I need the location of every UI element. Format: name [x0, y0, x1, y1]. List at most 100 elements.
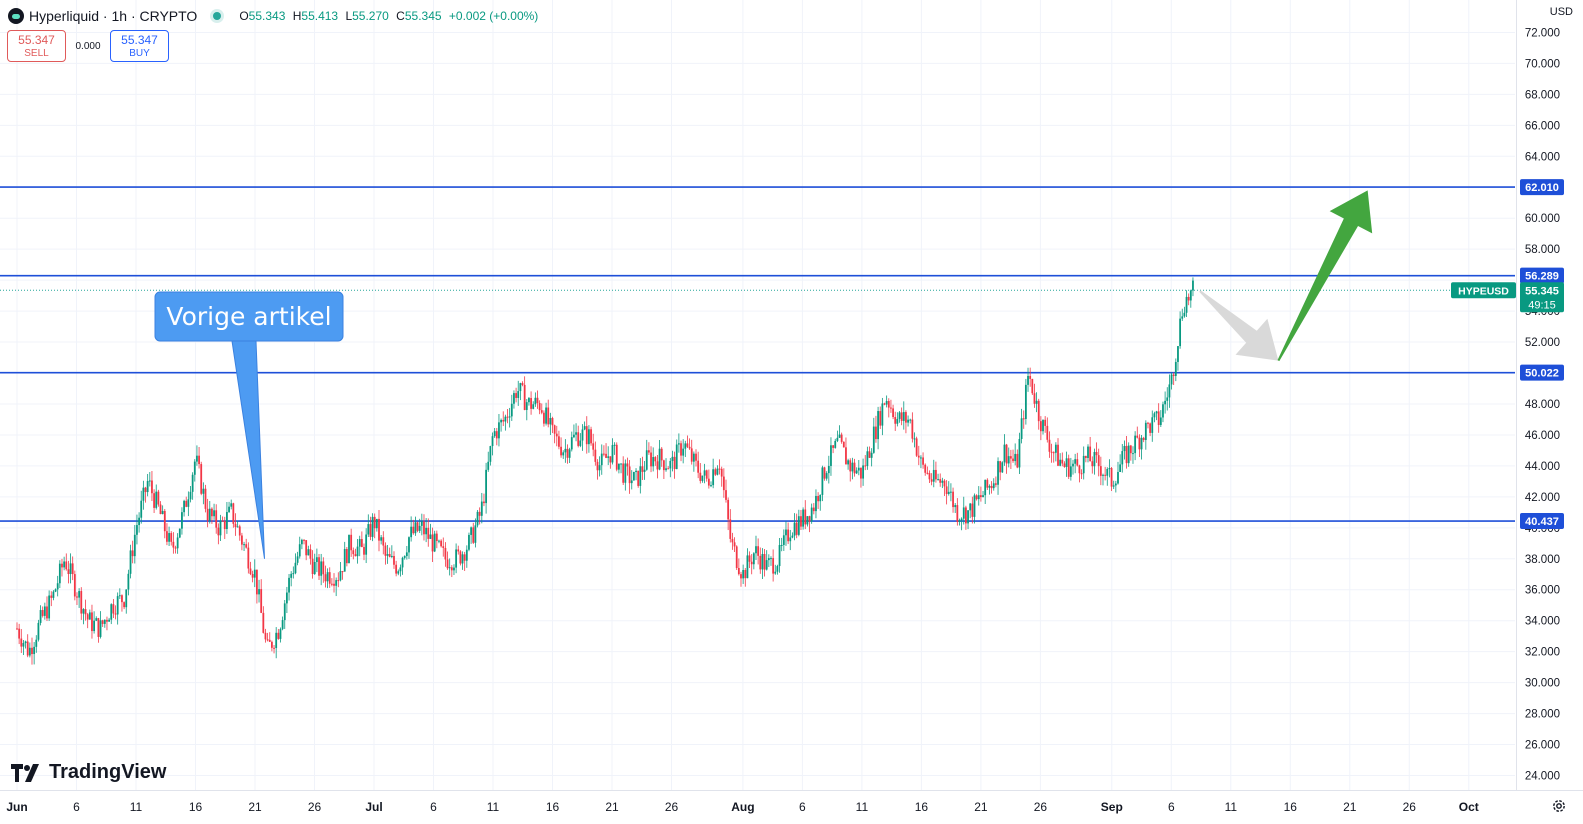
- candle-body: [596, 461, 599, 471]
- candle-body: [1029, 375, 1032, 379]
- candle-body: [553, 425, 556, 434]
- candle-body: [733, 542, 736, 547]
- chart-grid: [0, 0, 1515, 790]
- candle-body: [909, 419, 912, 421]
- candle-body: [967, 510, 969, 524]
- candle-body: [41, 610, 44, 616]
- candle-body: [686, 443, 689, 447]
- candle-body: [547, 407, 550, 425]
- candle-body: [626, 463, 629, 467]
- brand-name: TradingView: [49, 761, 167, 783]
- candle-body: [131, 550, 134, 557]
- candle-body: [952, 491, 954, 508]
- candle-body: [780, 544, 783, 546]
- tradingview-logo-icon: [11, 763, 39, 782]
- candle-body: [1080, 473, 1083, 475]
- candle-body: [1084, 455, 1087, 459]
- candle-body: [637, 470, 640, 486]
- candle-body: [543, 412, 545, 424]
- candle-body: [440, 540, 443, 547]
- candle-body: [309, 549, 312, 559]
- candle-body: [133, 534, 136, 557]
- gear-icon[interactable]: [1551, 798, 1567, 814]
- candle-body: [926, 472, 929, 474]
- symbol-tag-label: HYPEUSD: [1458, 285, 1509, 297]
- candle-body: [69, 563, 72, 575]
- candle-body: [1129, 445, 1132, 454]
- tradingview-logo: TradingView: [11, 761, 166, 784]
- candle-body: [358, 539, 361, 547]
- candle-body: [624, 463, 627, 483]
- candle-body: [294, 562, 297, 574]
- price-tick-label: 34.000: [1525, 616, 1560, 628]
- candle-body: [647, 450, 650, 453]
- candle-body: [864, 465, 867, 467]
- candle-body: [579, 440, 582, 446]
- candle-body: [1009, 456, 1012, 459]
- time-tick-label: Jun: [6, 800, 27, 814]
- candle-body: [378, 518, 380, 541]
- currency-select[interactable]: USD: [1550, 6, 1573, 18]
- candle-body: [988, 485, 991, 488]
- candle-body: [1179, 318, 1182, 347]
- candle-body: [455, 549, 458, 568]
- candle-body: [1057, 444, 1059, 466]
- candle-body: [20, 638, 23, 647]
- time-tick-label: Sep: [1101, 800, 1123, 814]
- candle-body: [838, 434, 841, 438]
- candle-body: [673, 456, 676, 470]
- candle-body: [343, 548, 346, 572]
- candle-body: [558, 436, 560, 447]
- sell-price: 55.347: [18, 33, 55, 47]
- candle-body: [540, 410, 543, 413]
- time-tick-label: 6: [73, 800, 80, 814]
- candle-body: [727, 499, 730, 520]
- candle-body: [114, 613, 117, 615]
- candle-body: [223, 520, 226, 530]
- candle-body: [444, 547, 447, 560]
- candle-body: [116, 596, 119, 615]
- candle-body: [832, 445, 835, 448]
- level-price-label: 62.010: [1525, 182, 1559, 194]
- time-tick-label: 16: [189, 800, 203, 814]
- candle-body: [688, 446, 691, 449]
- price-axis-labels: 62.010 56.289 50.022 40.437 55.345 49:15 HYPEU…: [1451, 179, 1564, 530]
- candle-body: [354, 554, 357, 557]
- price-tick-label: 68.000: [1525, 89, 1560, 101]
- candle-body: [992, 483, 995, 489]
- candle-body: [1082, 455, 1085, 474]
- candle-body: [281, 620, 284, 630]
- sell-button[interactable]: 55.347 SELL: [7, 30, 66, 62]
- candle-body: [532, 404, 535, 409]
- candle-body: [932, 469, 935, 482]
- candle-body: [82, 609, 85, 614]
- candle-body: [937, 479, 939, 481]
- candle-body: [774, 571, 777, 574]
- candle-body: [260, 589, 263, 613]
- candle-body: [43, 606, 46, 616]
- symbol-title[interactable]: Hyperliquid · 1h · CRYPTO: [29, 8, 197, 24]
- candle-body: [1102, 474, 1104, 476]
- candle-body: [815, 495, 817, 512]
- candle-body: [110, 604, 113, 620]
- candle-body: [352, 550, 355, 555]
- price-chart[interactable]: Vorige artikel 24.000 26.000 28.000 30.000 3…: [0, 0, 1583, 824]
- candle-body: [1164, 400, 1167, 405]
- candle-body: [504, 416, 507, 422]
- candle-body: [690, 448, 693, 462]
- candle-body: [675, 444, 678, 470]
- candle-body: [789, 537, 792, 542]
- buy-price: 55.347: [121, 33, 158, 47]
- buy-button[interactable]: 55.347 BUY: [110, 30, 169, 62]
- level-price-label: 40.437: [1525, 516, 1559, 528]
- candle-body: [750, 561, 753, 565]
- time-tick-label: 21: [605, 800, 619, 814]
- candle-body: [855, 470, 858, 474]
- candle-body: [834, 440, 837, 448]
- candle-body: [401, 557, 404, 568]
- candle-body: [285, 592, 288, 604]
- candle-body: [980, 495, 982, 498]
- candle-body: [761, 553, 764, 570]
- candle-body: [851, 462, 854, 472]
- low-value: 55.270: [352, 9, 389, 23]
